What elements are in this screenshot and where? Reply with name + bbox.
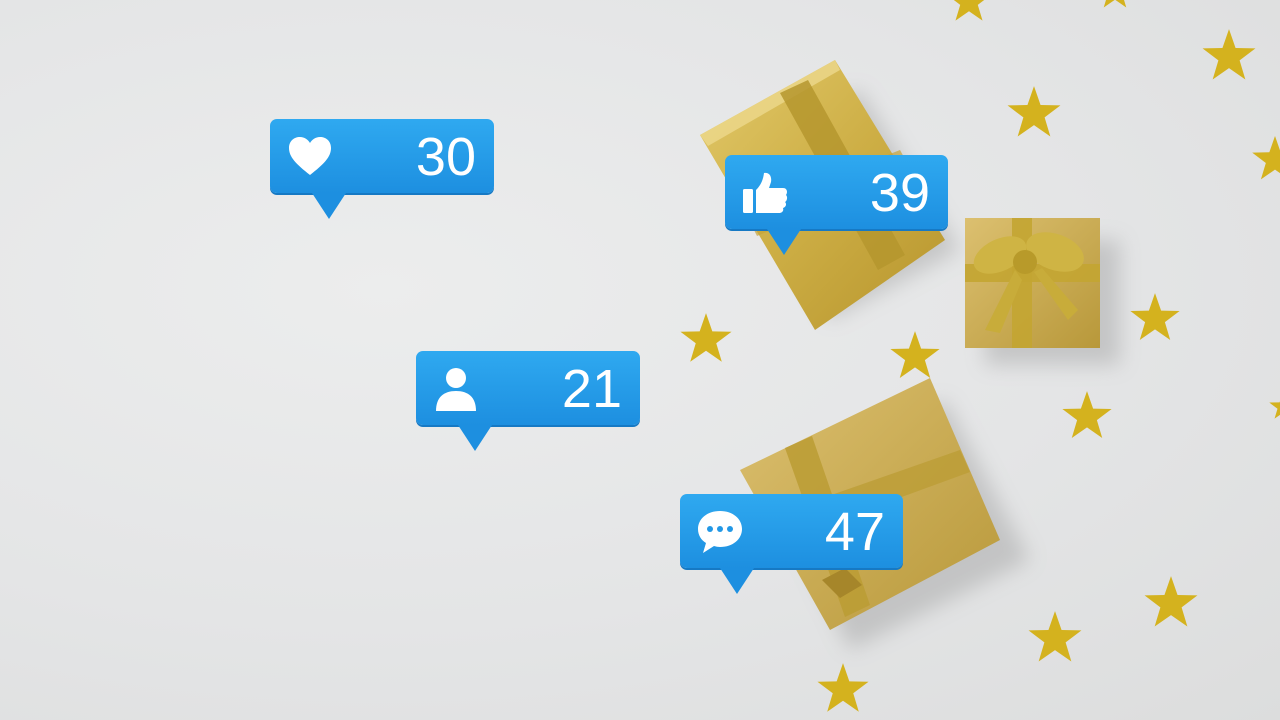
gift-box-small-bow: [965, 218, 1100, 348]
likes-count: 30: [415, 127, 476, 187]
bubble-tail: [720, 568, 754, 594]
comments-notification: 47: [680, 494, 903, 594]
thumbs-up-count: 39: [869, 163, 930, 223]
bubble-tail: [458, 425, 492, 451]
heart-icon: [289, 137, 331, 175]
photo-background: 30 39 21 47: [0, 0, 1280, 720]
thumbs-up-icon: [743, 172, 788, 213]
followers-notification: 21: [416, 351, 640, 451]
bubble-tail: [767, 229, 801, 255]
gift-photo: [680, 0, 1280, 712]
followers-count: 21: [561, 359, 622, 419]
thumbs-up-notification: 39: [725, 155, 948, 255]
bubble-tail: [312, 193, 346, 219]
comments-count: 47: [824, 502, 885, 562]
comment-icon: [698, 511, 742, 553]
likes-notification: 30: [270, 119, 494, 219]
user-icon: [436, 368, 476, 411]
